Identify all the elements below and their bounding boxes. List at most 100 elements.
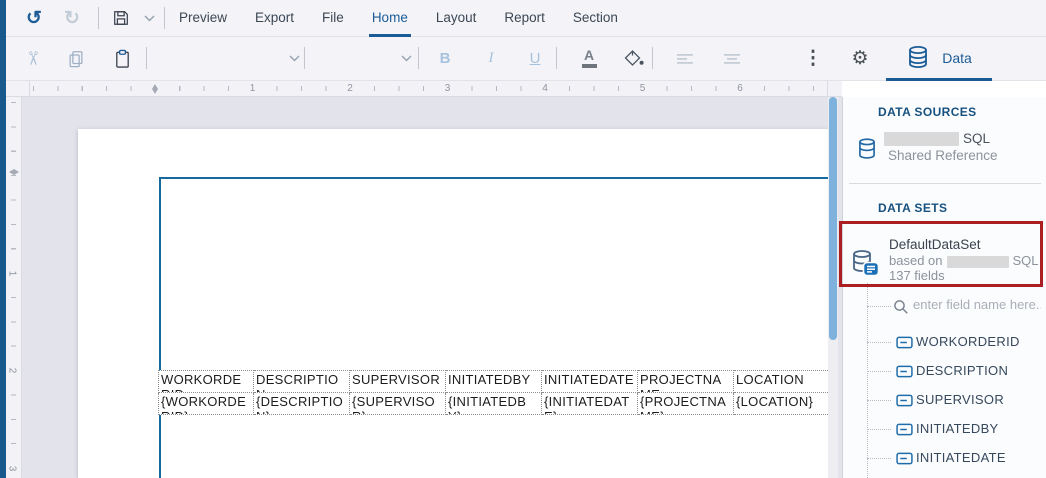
- report-page[interactable]: WORKORDERIDDESCRIPTIONSUPERVISORINITIATE…: [78, 129, 828, 478]
- copy-icon: [67, 50, 85, 68]
- data-sources-heading: DATA SOURCES: [878, 105, 977, 119]
- undo-icon: ↺: [26, 9, 42, 28]
- tab-home[interactable]: Home: [369, 0, 411, 37]
- table-data-cell[interactable]: {PROJECTNAME}: [638, 393, 734, 415]
- copy-button[interactable]: [58, 37, 94, 80]
- table-data-cell[interactable]: {LOCATION}: [734, 393, 828, 415]
- table-data-cell[interactable]: {WORKORDERID}: [158, 393, 254, 415]
- dataset-item[interactable]: [850, 249, 882, 279]
- table-data-cell[interactable]: {INITIATEDBY}: [446, 393, 542, 415]
- field-icon: [896, 365, 913, 378]
- table-header-cell[interactable]: WORKORDERID: [158, 370, 254, 393]
- table-header-cell[interactable]: INITIATEDBY: [446, 370, 542, 393]
- dataset-icon: [850, 249, 882, 279]
- database-icon: [857, 137, 877, 161]
- table-data-cell[interactable]: {SUPERVISOR}: [350, 393, 446, 415]
- field-item-workorderid[interactable]: WORKORDERID: [843, 328, 1046, 357]
- database-icon: [906, 45, 930, 71]
- align-left-button[interactable]: [668, 37, 704, 80]
- field-label: DESCRIPTION: [916, 363, 1008, 378]
- field-search-input[interactable]: [913, 297, 1041, 312]
- tree-branch-line: [867, 371, 891, 372]
- align-center-icon: [723, 53, 741, 65]
- redo-button[interactable]: ↻: [54, 0, 90, 36]
- paste-button[interactable]: [104, 37, 140, 80]
- data-source-name[interactable]: SQL: [884, 131, 990, 147]
- tree-branch-line: [867, 429, 891, 430]
- vertical-ruler: 123: [6, 97, 22, 478]
- design-canvas[interactable]: WORKORDERIDDESCRIPTIONSUPERVISORINITIATE…: [22, 97, 842, 478]
- tab-export[interactable]: Export: [252, 0, 297, 37]
- data-sets-heading: DATA SETS: [878, 201, 947, 215]
- scrollbar-thumb[interactable]: [829, 97, 837, 340]
- save-icon: [112, 9, 130, 27]
- data-button-label: Data: [942, 50, 972, 66]
- ellipsis-icon: ⋮: [804, 49, 823, 68]
- field-label: WORKORDERID: [916, 334, 1020, 349]
- separator: [556, 47, 557, 69]
- undo-button[interactable]: ↺: [16, 0, 52, 36]
- bold-button[interactable]: B: [430, 37, 460, 80]
- font-size-select[interactable]: [316, 43, 412, 74]
- underline-button[interactable]: U: [520, 37, 550, 80]
- field-item-description[interactable]: DESCRIPTION: [843, 357, 1046, 386]
- cut-button[interactable]: ✂: [14, 37, 50, 80]
- field-item-initiatedate[interactable]: INITIATEDATE: [843, 444, 1046, 473]
- font-family-select[interactable]: [160, 43, 300, 74]
- tab-preview[interactable]: Preview: [176, 0, 230, 37]
- paste-icon: [113, 49, 132, 69]
- table-control[interactable]: WORKORDERIDDESCRIPTIONSUPERVISORINITIATE…: [158, 370, 828, 415]
- table-data-cell[interactable]: {INITIATEDATE}: [542, 393, 638, 415]
- save-button[interactable]: [104, 0, 138, 36]
- fill-color-button[interactable]: [616, 37, 652, 80]
- report-designer-window: ↺ ↻ Preview Export File Home Layout Report Sec…: [0, 0, 1046, 478]
- canvas-vertical-scrollbar[interactable]: [828, 97, 838, 478]
- table-header-cell[interactable]: PROJECTNAME: [638, 370, 734, 393]
- tab-layout[interactable]: Layout: [433, 0, 480, 37]
- window-edge-strip: [0, 0, 6, 478]
- toolbar: ✂ B I U A: [6, 37, 1046, 81]
- table-data-cell[interactable]: {DESCRIPTION}: [254, 393, 350, 415]
- ruler-number: 3: [442, 82, 454, 95]
- more-options-button[interactable]: ⋮: [798, 37, 828, 80]
- settings-button[interactable]: ⚙: [842, 37, 878, 80]
- tab-report[interactable]: Report: [501, 0, 548, 37]
- separator: [652, 47, 653, 69]
- redacted-text: [947, 256, 1009, 268]
- dataset-name[interactable]: DefaultDataSet: [889, 237, 981, 252]
- field-label: INITIATEDATE: [916, 450, 1006, 465]
- data-source-item[interactable]: [857, 137, 877, 161]
- table-header-cell[interactable]: LOCATION: [734, 370, 828, 393]
- ruler-corner: [6, 81, 30, 96]
- field-icon: [896, 452, 913, 465]
- table-header-cell[interactable]: SUPERVISOR: [350, 370, 446, 393]
- field-item-initiatedby[interactable]: INITIATEDBY: [843, 415, 1046, 444]
- font-color-button[interactable]: A: [572, 37, 606, 80]
- data-panel: DATA SOURCES SQL Shared Reference DATA S…: [842, 97, 1046, 478]
- font-color-letter: A: [584, 49, 594, 62]
- tab-file[interactable]: File: [319, 0, 347, 37]
- ruler-number: 2: [344, 82, 356, 95]
- separator: [98, 7, 99, 29]
- redacted-text: [884, 132, 959, 146]
- tree-branch-line: [867, 400, 891, 401]
- chevron-down-icon: [144, 15, 155, 22]
- table-header-cell[interactable]: DESCRIPTION: [254, 370, 350, 393]
- horizontal-ruler-track: 123456: [30, 81, 828, 96]
- redo-icon: ↻: [64, 9, 80, 28]
- tab-bar: Preview Export File Home Layout Report Section: [176, 0, 621, 37]
- tab-section[interactable]: Section: [570, 0, 621, 37]
- ruler-number: 1: [5, 268, 18, 278]
- based-on-label: based on: [889, 253, 943, 268]
- save-dropdown-button[interactable]: [136, 0, 162, 36]
- field-item-supervisor[interactable]: SUPERVISOR: [843, 386, 1046, 415]
- gear-icon: ⚙: [851, 49, 868, 68]
- search-icon: [893, 299, 909, 315]
- data-panel-toggle[interactable]: Data: [886, 37, 992, 81]
- report-body-border: [159, 177, 828, 478]
- table-header-cell[interactable]: INITIATEDATE: [542, 370, 638, 393]
- italic-button[interactable]: I: [476, 37, 506, 80]
- chevron-down-icon: [401, 55, 412, 62]
- field-search-row: [843, 295, 1046, 319]
- align-center-button[interactable]: [714, 37, 750, 80]
